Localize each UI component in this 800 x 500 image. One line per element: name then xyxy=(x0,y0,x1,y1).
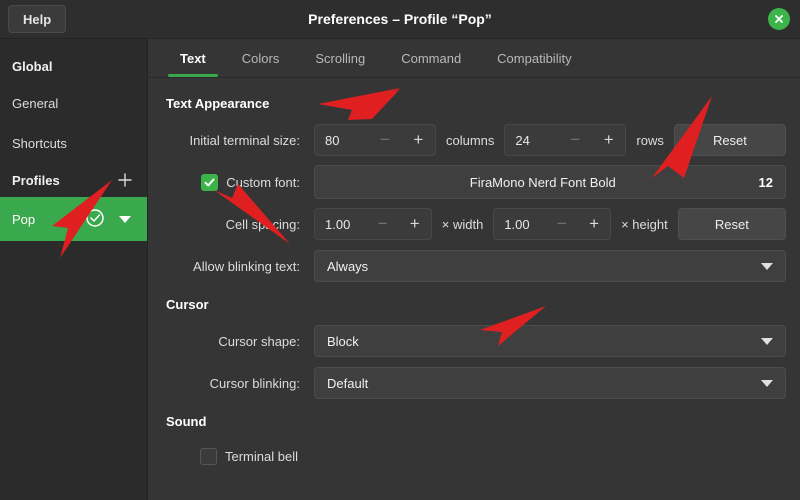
close-icon xyxy=(775,15,783,23)
cell-width-minus-button[interactable]: − xyxy=(367,210,399,238)
titlebar: Help Preferences – Profile “Pop” xyxy=(0,0,800,39)
allow-blinking-text-label: Allow blinking text: xyxy=(193,258,300,274)
terminal-bell-checkbox[interactable]: Terminal bell xyxy=(200,447,298,465)
sidebar-item-general[interactable]: General xyxy=(0,83,147,123)
cell-height-plus-button[interactable]: + xyxy=(578,210,610,238)
cursor-shape-select[interactable]: Block xyxy=(314,325,786,357)
close-button[interactable] xyxy=(768,8,790,30)
columns-value[interactable]: 80 xyxy=(315,133,368,148)
profile-menu-button[interactable] xyxy=(119,215,131,223)
custom-font-checkbox-box xyxy=(201,173,219,191)
cursor-blinking-select[interactable]: Default xyxy=(314,367,786,399)
sidebar-item-shortcuts-label: Shortcuts xyxy=(12,135,67,151)
tab-scrolling[interactable]: Scrolling xyxy=(297,39,383,77)
cell-height-minus-button[interactable]: − xyxy=(546,210,578,238)
tab-text[interactable]: Text xyxy=(162,39,224,77)
initial-terminal-size-label: Initial terminal size: xyxy=(189,132,300,148)
circle-check-icon xyxy=(86,208,104,227)
custom-font-checkbox-label: Custom font: xyxy=(226,174,300,190)
row-cursor-shape: Cursor shape: Block xyxy=(162,322,786,360)
cell-width-plus-button[interactable]: + xyxy=(399,210,431,238)
custom-font-checkbox[interactable]: Custom font: xyxy=(201,173,300,191)
sidebar: Global General Shortcuts Profiles Pop xyxy=(0,39,148,500)
terminal-size-reset-button[interactable]: Reset xyxy=(673,124,786,156)
row-custom-font: Custom font: FiraMono Nerd Font Bold 12 xyxy=(162,163,786,201)
sidebar-item-general-label: General xyxy=(12,95,59,111)
font-name-value: FiraMono Nerd Font Bold xyxy=(469,174,616,190)
terminal-bell-label: Terminal bell xyxy=(225,448,298,464)
row-cell-spacing: Cell spacing: 1.00 − + × width 1.00 − + … xyxy=(162,205,786,243)
custom-font-label-wrap: Custom font: xyxy=(162,173,314,191)
columns-stepper[interactable]: 80 − + xyxy=(314,124,436,156)
tab-compatibility[interactable]: Compatibility xyxy=(479,39,589,77)
row-allow-blinking-text: Allow blinking text: Always xyxy=(162,247,786,285)
add-profile-button[interactable] xyxy=(115,170,135,190)
plus-icon xyxy=(118,173,132,187)
columns-unit-label: columns xyxy=(445,132,495,148)
chevron-down-icon xyxy=(761,262,773,270)
chevron-down-icon xyxy=(761,379,773,387)
allow-blinking-text-select[interactable]: Always xyxy=(314,250,786,282)
cell-width-unit-label: × width xyxy=(441,216,484,232)
row-cursor-blinking: Cursor blinking: Default xyxy=(162,364,786,402)
sidebar-header-global-label: Global xyxy=(12,58,53,74)
profile-pop-controls xyxy=(85,208,135,231)
rows-stepper[interactable]: 24 − + xyxy=(504,124,627,156)
sidebar-header-profiles: Profiles xyxy=(0,163,147,197)
preferences-window: Help Preferences – Profile “Pop” Global … xyxy=(0,0,800,500)
cell-width-value[interactable]: 1.00 xyxy=(315,217,367,232)
sidebar-header-profiles-label: Profiles xyxy=(12,172,60,188)
cell-height-unit-label: × height xyxy=(621,216,668,232)
row-initial-terminal-size: Initial terminal size: 80 − + columns 24… xyxy=(162,121,786,159)
cursor-shape-label: Cursor shape: xyxy=(218,333,300,349)
sidebar-header-global: Global xyxy=(0,49,147,83)
cell-spacing-reset-button[interactable]: Reset xyxy=(677,208,786,240)
columns-minus-button[interactable]: − xyxy=(368,126,401,154)
tab-colors[interactable]: Colors xyxy=(224,39,298,77)
section-title-cursor: Cursor xyxy=(166,297,209,312)
settings-content: Text Appearance Initial terminal size: 8… xyxy=(148,78,800,500)
check-icon xyxy=(204,178,215,186)
tab-command[interactable]: Command xyxy=(383,39,479,77)
section-title-text-appearance: Text Appearance xyxy=(166,96,270,111)
section-title-sound: Sound xyxy=(166,414,207,429)
tab-bar: Text Colors Scrolling Command Compatibil… xyxy=(148,39,800,78)
cursor-blinking-value: Default xyxy=(327,375,369,391)
sidebar-item-profile-pop[interactable]: Pop xyxy=(0,197,147,241)
chevron-down-icon xyxy=(761,337,773,345)
profile-pop-label: Pop xyxy=(12,211,36,227)
cell-width-stepper[interactable]: 1.00 − + xyxy=(314,208,432,240)
window-body: Global General Shortcuts Profiles Pop Te… xyxy=(0,39,800,500)
profile-default-button[interactable] xyxy=(85,208,105,231)
cell-height-value[interactable]: 1.00 xyxy=(494,217,546,232)
row-terminal-bell: Terminal bell xyxy=(162,439,786,473)
rows-minus-button[interactable]: − xyxy=(559,126,592,154)
columns-plus-button[interactable]: + xyxy=(402,126,435,154)
cell-height-stepper[interactable]: 1.00 − + xyxy=(493,208,612,240)
cursor-shape-value: Block xyxy=(327,333,359,349)
sidebar-item-shortcuts[interactable]: Shortcuts xyxy=(0,123,147,163)
main-panel: Text Colors Scrolling Command Compatibil… xyxy=(148,39,800,500)
rows-plus-button[interactable]: + xyxy=(592,126,625,154)
rows-unit-label: rows xyxy=(636,132,664,148)
cursor-blinking-label: Cursor blinking: xyxy=(209,375,300,391)
font-size-value: 12 xyxy=(758,174,773,190)
allow-blinking-text-value: Always xyxy=(327,258,369,274)
rows-value[interactable]: 24 xyxy=(505,133,558,148)
font-select-button[interactable]: FiraMono Nerd Font Bold 12 xyxy=(314,165,786,199)
help-button[interactable]: Help xyxy=(8,5,67,33)
terminal-bell-checkbox-box xyxy=(200,447,217,465)
window-title: Preferences – Profile “Pop” xyxy=(308,11,492,27)
cell-spacing-label: Cell spacing: xyxy=(225,216,300,232)
